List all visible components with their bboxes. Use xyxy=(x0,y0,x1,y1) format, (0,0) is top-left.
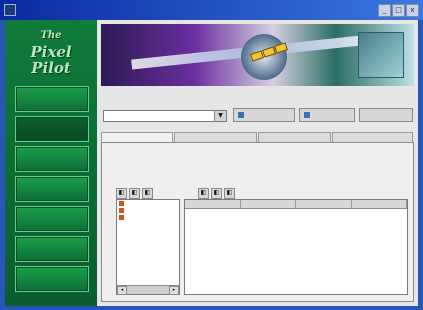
header-banner xyxy=(101,24,414,86)
scroll-right-icon[interactable]: ▸ xyxy=(169,286,179,295)
device-select[interactable]: ▼ xyxy=(103,110,227,122)
tab-strip xyxy=(101,132,414,142)
sidebar-item-2[interactable] xyxy=(15,116,89,142)
logo-line-1: The xyxy=(40,30,62,41)
chevron-down-icon[interactable]: ▼ xyxy=(214,111,226,121)
file-icon xyxy=(119,215,124,220)
tree-item[interactable] xyxy=(117,214,179,221)
scroll-left-icon[interactable]: ◂ xyxy=(117,286,127,295)
toolbar-button[interactable]: ◧ xyxy=(211,188,222,199)
tab-4[interactable] xyxy=(332,132,413,142)
tree-toolbar: ◧ ◧ ◧ xyxy=(116,188,153,199)
tab-2[interactable] xyxy=(173,132,257,142)
file-icon xyxy=(119,201,124,206)
banner-cpu-graphic xyxy=(358,32,404,78)
button-icon xyxy=(238,112,244,118)
grid-column-header[interactable] xyxy=(185,200,241,208)
toolbar-button[interactable]: ◧ xyxy=(142,188,153,199)
tab-3[interactable] xyxy=(257,132,331,142)
app-logo: The Pixel Pilot xyxy=(17,28,85,78)
sidebar-item-3[interactable] xyxy=(15,146,89,172)
action-button-3[interactable] xyxy=(359,108,413,122)
app-window: _ □ x The Pixel Pilot ▼ ◧ ◧ ◧ ◧ ◧ ◧ ◂ ▸ xyxy=(0,0,423,310)
close-button[interactable]: x xyxy=(406,4,419,17)
sidebar-item-4[interactable] xyxy=(15,176,89,202)
minimize-button[interactable]: _ xyxy=(378,4,391,17)
toolbar-button[interactable]: ◧ xyxy=(129,188,140,199)
sidebar-item-6[interactable] xyxy=(15,236,89,262)
grid-toolbar: ◧ ◧ ◧ xyxy=(198,188,235,199)
logo-line-2: Pixel xyxy=(30,43,72,61)
grid-column-header[interactable] xyxy=(296,200,352,208)
toolbar-button[interactable]: ◧ xyxy=(116,188,127,199)
toolbar-button[interactable]: ◧ xyxy=(224,188,235,199)
grid-column-header[interactable] xyxy=(241,200,296,208)
main-content: ▼ ◧ ◧ ◧ ◧ ◧ ◧ ◂ ▸ xyxy=(97,20,418,306)
sidebar-item-5[interactable] xyxy=(15,206,89,232)
sidebar: The Pixel Pilot xyxy=(5,20,97,306)
file-icon xyxy=(119,208,124,213)
tree-item[interactable] xyxy=(117,200,179,207)
action-button-2[interactable] xyxy=(299,108,355,122)
sidebar-item-7[interactable] xyxy=(15,266,89,292)
data-grid[interactable] xyxy=(184,199,408,295)
tab-panel: ◧ ◧ ◧ ◧ ◧ ◧ ◂ ▸ xyxy=(101,142,414,302)
toolbar-button[interactable]: ◧ xyxy=(198,188,209,199)
client-area: The Pixel Pilot ▼ ◧ ◧ ◧ ◧ ◧ ◧ ◂ ▸ xyxy=(5,20,418,306)
button-icon xyxy=(304,112,310,118)
sidebar-item-1[interactable] xyxy=(15,86,89,112)
window-controls: _ □ x xyxy=(378,4,419,17)
tab-1[interactable] xyxy=(101,132,173,142)
action-button-1[interactable] xyxy=(233,108,295,122)
device-tree[interactable]: ◂ ▸ xyxy=(116,199,180,295)
logo-line-3: Pilot xyxy=(31,59,71,77)
title-bar[interactable]: _ □ x xyxy=(0,0,423,20)
grid-column-header[interactable] xyxy=(352,200,407,208)
horizontal-scrollbar[interactable]: ◂ ▸ xyxy=(117,285,179,295)
maximize-button[interactable]: □ xyxy=(392,4,405,17)
app-icon xyxy=(4,4,16,16)
tree-item[interactable] xyxy=(117,207,179,214)
grid-header xyxy=(185,200,407,209)
